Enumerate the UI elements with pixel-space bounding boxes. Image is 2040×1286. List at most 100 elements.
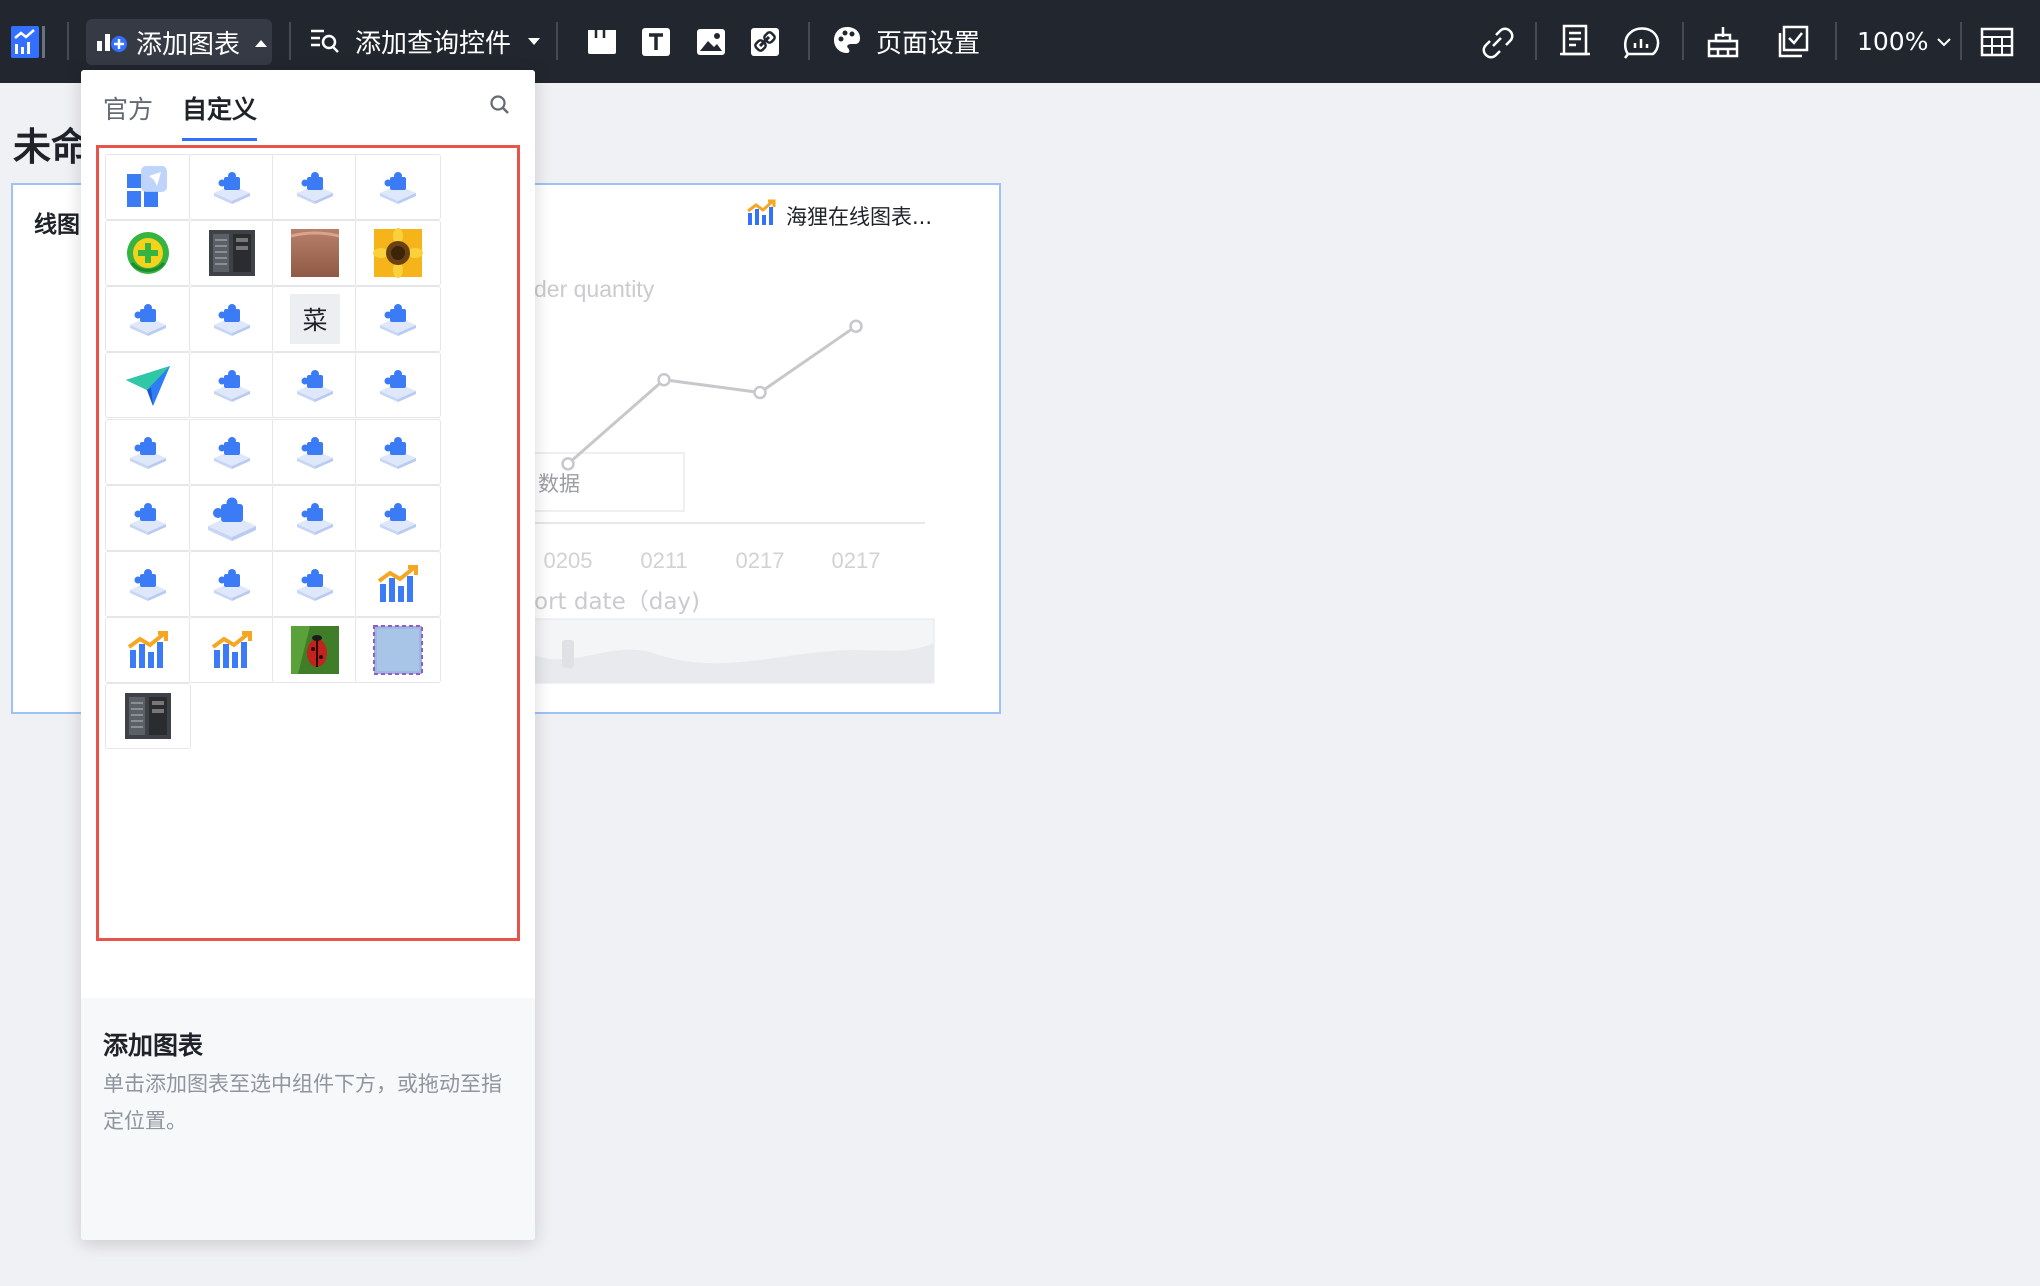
plugin-icon xyxy=(126,299,170,339)
chart-tile[interactable] xyxy=(272,617,358,683)
bar-trend-chart-icon xyxy=(210,630,254,670)
tab-container-icon[interactable] xyxy=(587,0,617,83)
chart-tile[interactable] xyxy=(355,617,441,683)
toolbar-divider xyxy=(808,22,810,60)
toolbar-divider xyxy=(1682,22,1684,60)
plugin-icon xyxy=(293,365,337,405)
plugin-icon xyxy=(293,432,337,472)
data-point xyxy=(753,385,767,400)
report-document-icon[interactable] xyxy=(1558,0,1592,83)
tab-custom[interactable]: 自定义 xyxy=(182,90,257,126)
add-chart-icon xyxy=(94,25,128,59)
zoom-value: 100% xyxy=(1857,27,1929,56)
share-link-icon[interactable] xyxy=(1479,0,1515,83)
plugin-icon xyxy=(210,432,254,472)
chart-tile[interactable] xyxy=(355,352,441,418)
calculator-layout-icon[interactable] xyxy=(1980,0,2014,83)
chart-tile[interactable] xyxy=(105,352,191,418)
x-tick-label: 0217 xyxy=(736,548,785,573)
annotation-label: 数据 xyxy=(538,472,580,496)
chart-tile[interactable] xyxy=(272,220,358,286)
plugin-icon xyxy=(210,365,254,405)
skin-photo-icon xyxy=(290,228,340,278)
chart-tile[interactable] xyxy=(355,419,441,485)
add-chart-panel: 官方 自定义 菜 添加图表 单击添加图表至选中组件下方，或拖动至指定位置。 xyxy=(81,70,535,1240)
active-tab-underline xyxy=(182,138,257,141)
chart-tile[interactable] xyxy=(272,352,358,418)
chart-tile[interactable] xyxy=(355,286,441,352)
plugin-icon xyxy=(210,299,254,339)
chart-tile[interactable] xyxy=(189,419,275,485)
series-line xyxy=(567,324,857,466)
custom-chart-grid: 菜 xyxy=(96,145,520,941)
data-point xyxy=(849,319,863,333)
bar-trend-chart-icon xyxy=(376,564,420,604)
toolbar-divider xyxy=(67,22,69,60)
chart-tile[interactable] xyxy=(189,485,275,551)
toolbar-divider xyxy=(556,22,558,60)
panel-footer: 添加图表 单击添加图表至选中组件下方，或拖动至指定位置。 xyxy=(81,998,535,1240)
plugin-icon xyxy=(126,564,170,604)
chart-tile[interactable] xyxy=(105,683,191,749)
plugin-icon xyxy=(293,167,337,207)
x-tick-label: 0211 xyxy=(640,548,687,573)
plugin-icon xyxy=(293,564,337,604)
chart-tile[interactable] xyxy=(272,551,358,617)
plugin-icon xyxy=(376,498,420,538)
bar-trend-chart-icon xyxy=(126,630,170,670)
paper-plane-icon xyxy=(123,360,173,410)
plugin-icon xyxy=(126,498,170,538)
plugin-icon xyxy=(126,432,170,472)
link-icon[interactable] xyxy=(750,0,780,83)
x-axis-label: ort date（day) xyxy=(534,589,700,615)
ai-assistant-icon[interactable] xyxy=(1622,0,1662,83)
text-box-icon[interactable] xyxy=(641,0,671,83)
chart-tile[interactable] xyxy=(272,419,358,485)
add-chart-label: 添加图表 xyxy=(136,29,241,60)
chart-tile[interactable] xyxy=(105,485,191,551)
slider-handle xyxy=(562,640,574,668)
dashboard-logo-icon[interactable] xyxy=(10,0,48,83)
chart-tile[interactable] xyxy=(355,551,441,617)
chart-tile[interactable] xyxy=(355,220,441,286)
chart-tile[interactable] xyxy=(272,485,358,551)
chevron-down-icon xyxy=(1936,32,1952,51)
chart-tile[interactable] xyxy=(189,617,275,683)
server-photo-icon xyxy=(123,691,173,741)
search-icon[interactable] xyxy=(489,94,511,120)
tab-official[interactable]: 官方 xyxy=(103,90,153,126)
chart-tile[interactable] xyxy=(355,154,441,220)
plugin-icon xyxy=(376,299,420,339)
toolbar-divider xyxy=(1835,22,1837,60)
footer-description: 单击添加图表至选中组件下方，或拖动至指定位置。 xyxy=(103,1072,502,1133)
chart-tile[interactable] xyxy=(189,154,275,220)
page-settings-button[interactable]: 页面设置 xyxy=(832,0,980,83)
chart-tile[interactable] xyxy=(189,220,275,286)
x-tick-label: 0217 xyxy=(832,548,881,573)
chart-tile[interactable] xyxy=(189,551,275,617)
chart-tile[interactable] xyxy=(355,485,441,551)
chart-tile[interactable]: 菜 xyxy=(272,286,358,352)
zoom-select[interactable]: 100% xyxy=(1857,0,1952,83)
report-title[interactable]: 未命 xyxy=(13,116,89,171)
plugin-icon xyxy=(376,167,420,207)
chart-tile[interactable] xyxy=(105,220,191,286)
chart-tile[interactable] xyxy=(105,286,191,352)
check-copy-icon[interactable] xyxy=(1775,0,1809,83)
plugin-icon xyxy=(293,498,337,538)
chart-tile[interactable] xyxy=(189,352,275,418)
chart-tile[interactable] xyxy=(105,419,191,485)
toolbar-divider xyxy=(1960,22,1962,60)
image-icon[interactable] xyxy=(696,0,726,83)
chart-tile[interactable] xyxy=(189,286,275,352)
layout-tool-icon[interactable] xyxy=(1706,0,1740,83)
chart-tile[interactable] xyxy=(105,154,191,220)
chart-tile[interactable] xyxy=(272,154,358,220)
plugin-icon xyxy=(210,564,254,604)
chart-tile[interactable] xyxy=(105,617,191,683)
ladybug-photo-icon xyxy=(290,625,340,675)
add-chart-button[interactable]: 添加图表 xyxy=(86,19,272,65)
plugin-large-icon xyxy=(204,494,260,542)
caret-up-icon xyxy=(254,33,268,52)
chart-tile[interactable] xyxy=(105,551,191,617)
